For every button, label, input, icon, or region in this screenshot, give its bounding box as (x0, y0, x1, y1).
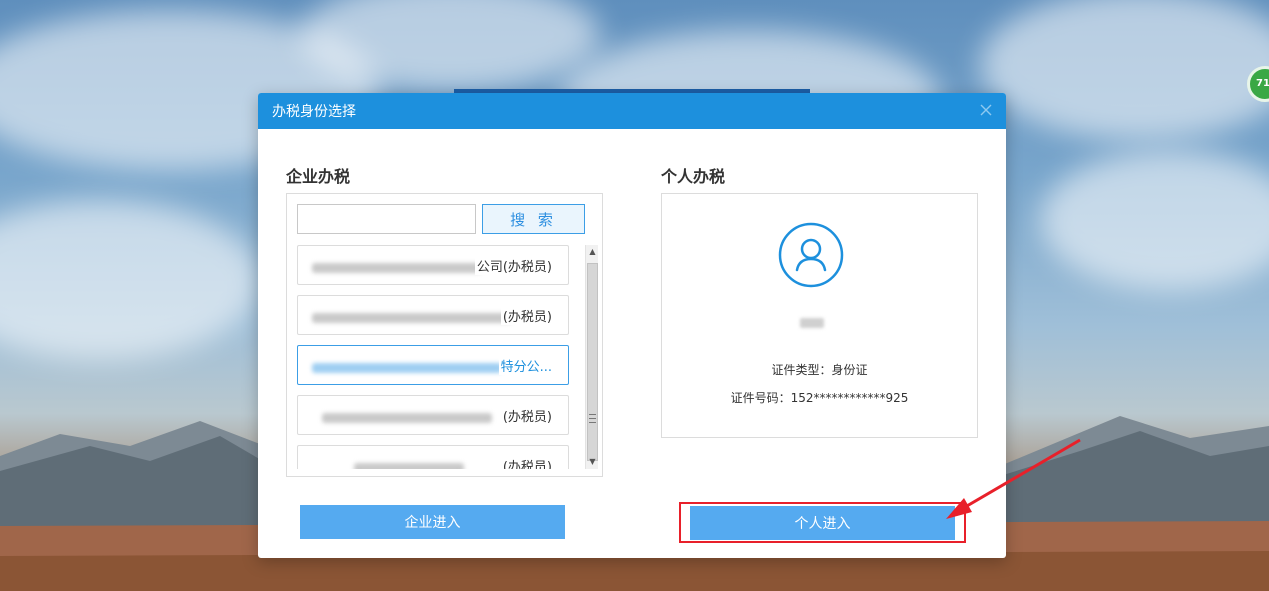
scroll-up-arrow-icon[interactable]: ▲ (586, 245, 599, 259)
enterprise-list: 公司(办税员) (办税员) 特分公... (办税员) (办税员) (297, 245, 587, 469)
close-icon[interactable] (978, 102, 994, 118)
enterprise-panel: 搜 索 公司(办税员) (办税员) 特分公... (办税员) (办税员) ▲ ▼ (286, 193, 603, 477)
list-item-label: (办税员) (500, 455, 552, 469)
cert-type-label: 证件类型： (771, 363, 832, 377)
dialog-title: 办税身份选择 (272, 104, 356, 120)
cert-number-value: 152************925 (790, 391, 909, 405)
cert-number-label: 证件号码： (730, 391, 791, 405)
list-item-label: (办税员) (500, 305, 552, 325)
enterprise-list-item[interactable]: 公司(办税员) (297, 245, 569, 285)
identity-select-dialog: 办税身份选择 企业办税 搜 索 公司(办税员) (办税员) 特分公... (办税… (258, 93, 1006, 558)
enterprise-list-scrollbar[interactable]: ▲ ▼ (585, 245, 598, 469)
personal-section-title: 个人办税 (661, 167, 726, 186)
search-button[interactable]: 搜 索 (482, 204, 585, 234)
enterprise-list-item[interactable]: (办税员) (297, 445, 569, 469)
cert-type-value: 身份证 (831, 363, 868, 377)
enterprise-section-title: 企业办税 (286, 167, 351, 186)
enterprise-list-item[interactable]: (办税员) (297, 395, 569, 435)
scroll-down-arrow-icon[interactable]: ▼ (586, 455, 599, 469)
annotation-highlight-box (679, 502, 966, 543)
cert-type-row: 证件类型：身份证 (662, 361, 977, 378)
cert-number-row: 证件号码：152************925 (662, 389, 977, 406)
list-item-label: 特分公... (498, 355, 552, 375)
enterprise-list-item-selected[interactable]: 特分公... (297, 345, 569, 385)
enterprise-enter-button[interactable]: 企业进入 (300, 505, 565, 539)
dialog-header: 办税身份选择 (258, 93, 1006, 129)
user-avatar-icon (778, 222, 844, 288)
enterprise-list-item[interactable]: (办税员) (297, 295, 569, 335)
user-name-redacted (800, 318, 824, 328)
list-item-label: 公司(办税员) (474, 255, 552, 275)
enterprise-search-input[interactable] (297, 204, 476, 234)
scroll-thumb[interactable] (587, 263, 598, 461)
scroll-grip-icon (589, 414, 596, 423)
annotation-arrow-icon (946, 438, 1081, 519)
list-item-label: (办税员) (500, 405, 552, 425)
personal-panel[interactable]: 证件类型：身份证 证件号码：152************925 (661, 193, 978, 438)
